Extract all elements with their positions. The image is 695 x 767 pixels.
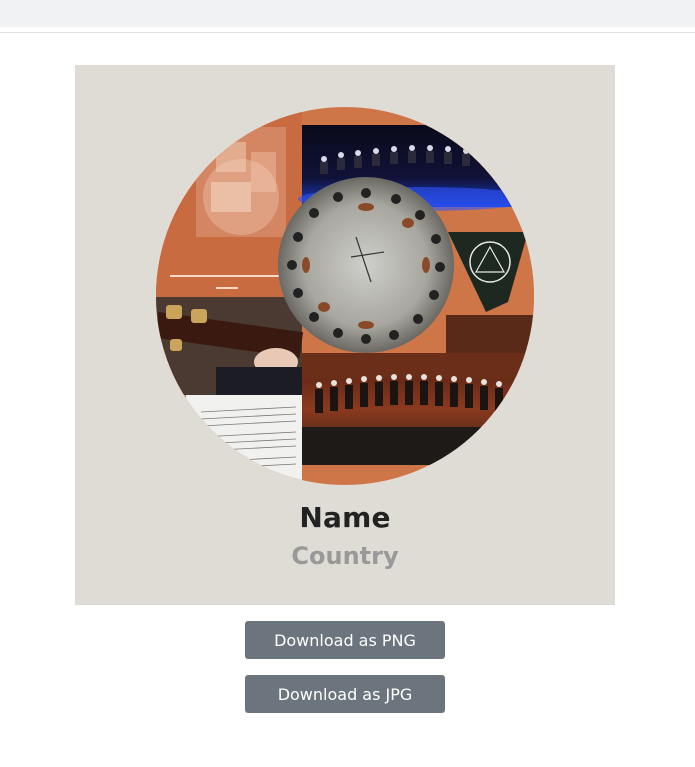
photo-collage: [156, 107, 534, 485]
profile-country: Country: [291, 542, 399, 570]
browser-topbar: [0, 0, 695, 27]
sheet-music-tile: [186, 395, 302, 485]
profile-card: Name Country: [75, 65, 615, 605]
topbar-divider: [0, 32, 695, 33]
download-jpg-button[interactable]: Download as JPG: [245, 675, 445, 713]
emblem-tile: [446, 225, 534, 315]
profile-name: Name: [299, 501, 391, 534]
download-png-button[interactable]: Download as PNG: [245, 621, 445, 659]
orchestra-stage-tile: [302, 353, 534, 465]
guitar-circle-tile: [278, 177, 454, 353]
guitar-hands-tile: [156, 297, 304, 395]
